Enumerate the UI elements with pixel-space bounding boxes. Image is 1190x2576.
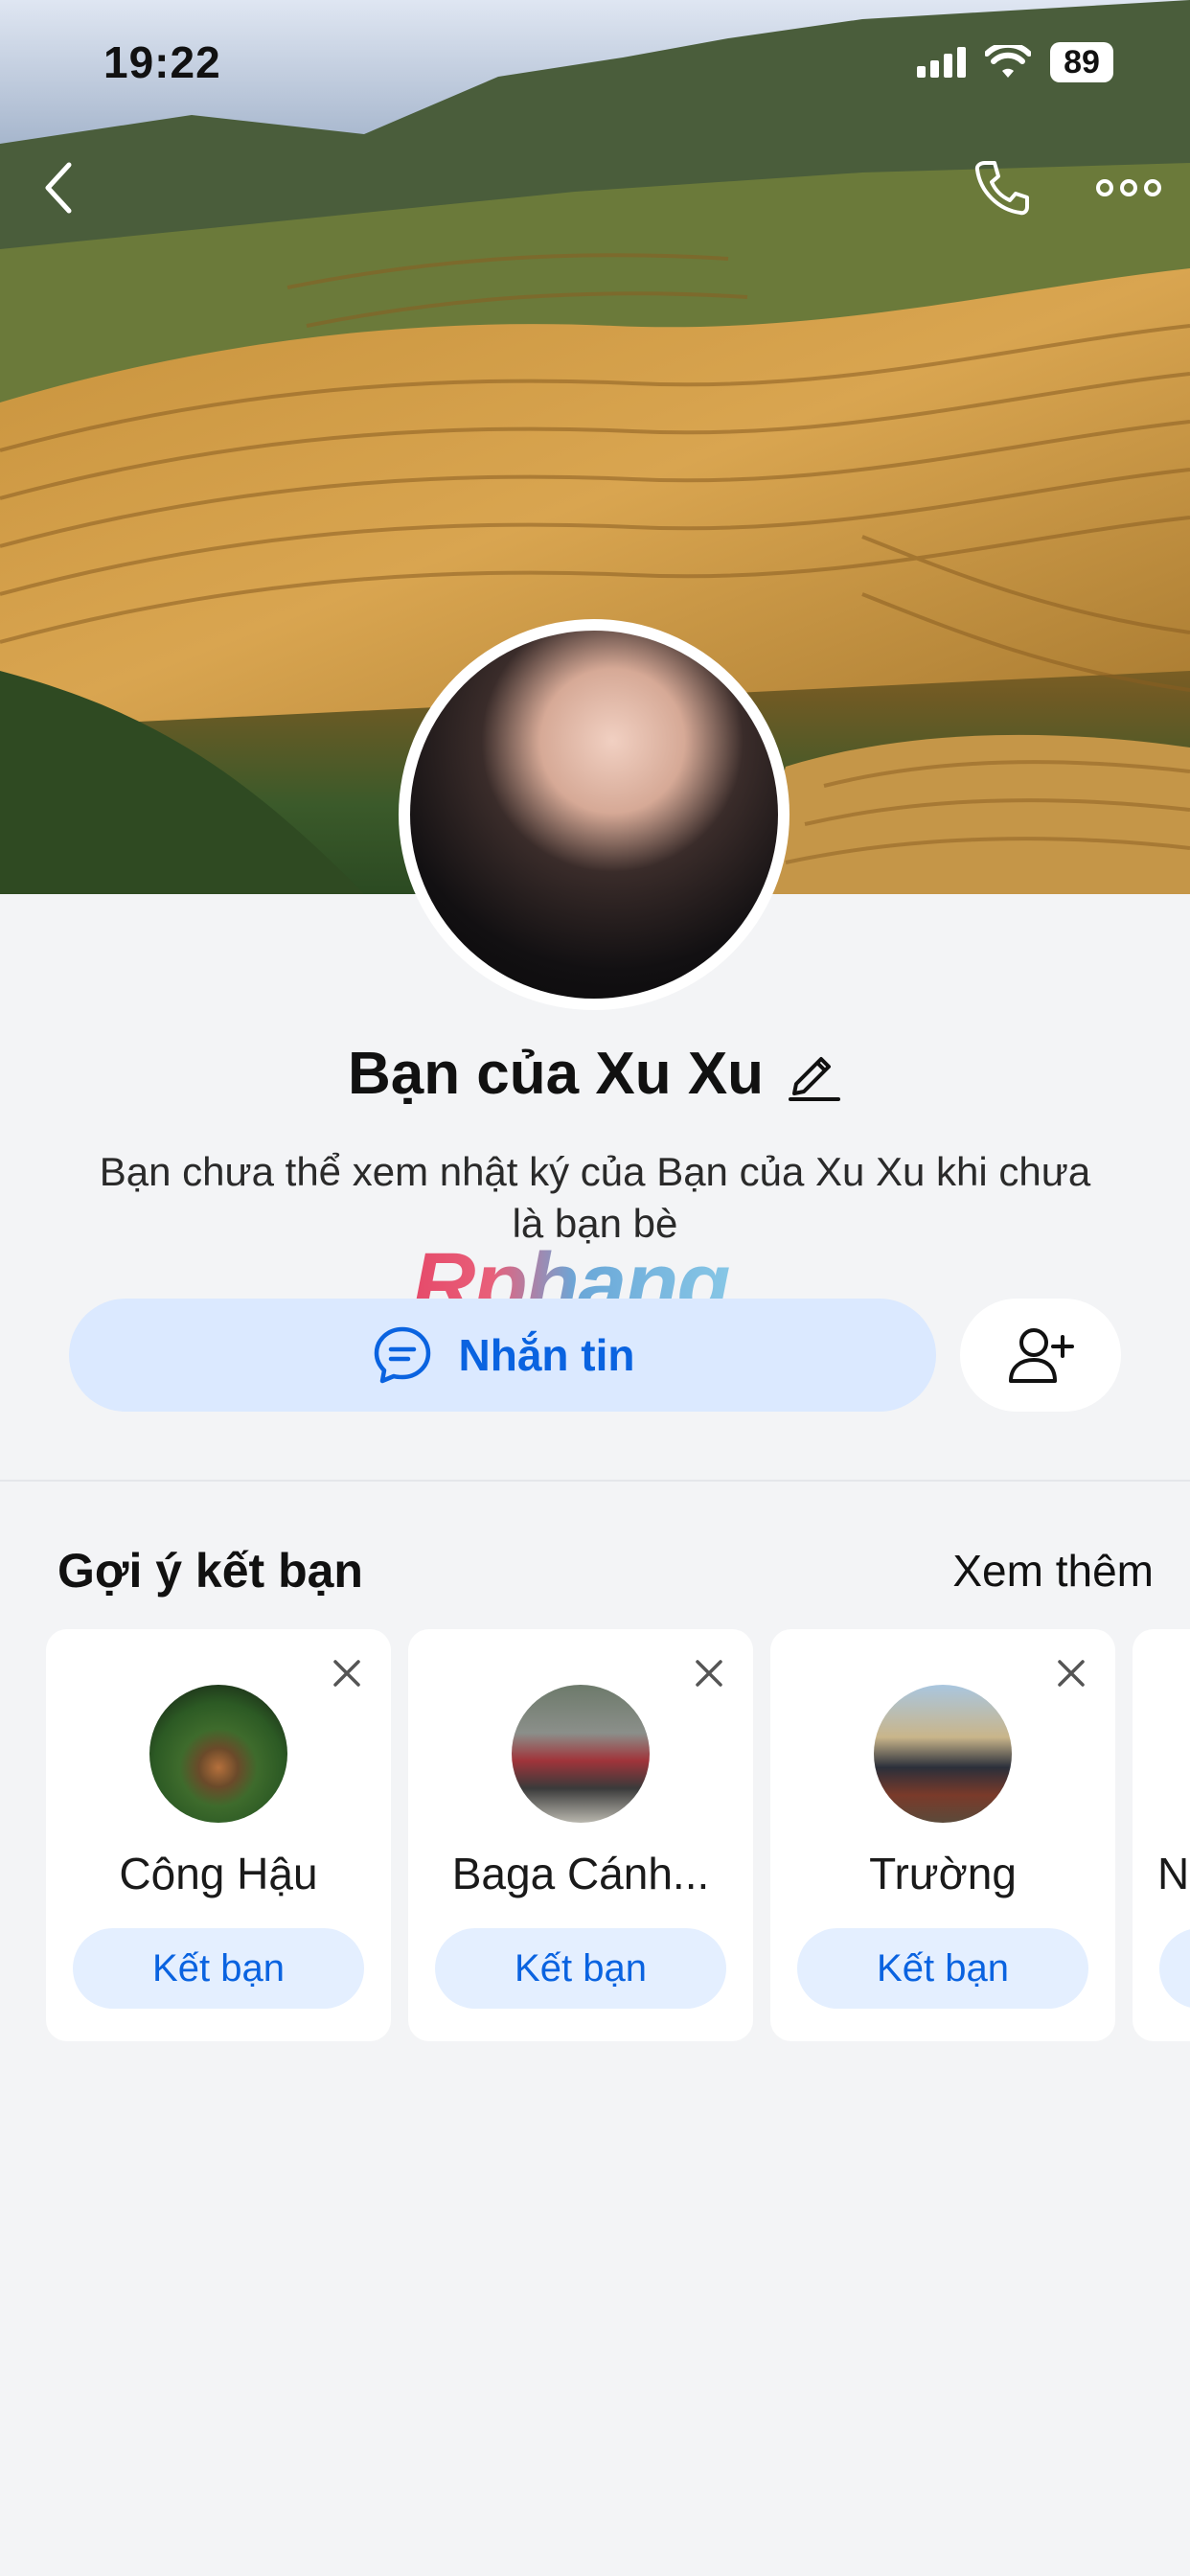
add-friend-suggestion-button[interactable]: Kết bạn [73, 1928, 364, 2009]
call-button[interactable] [968, 153, 1037, 222]
signal-icon [917, 47, 966, 78]
add-friend-suggestion-button[interactable] [1159, 1928, 1190, 2009]
suggestion-name[interactable]: Baga Cánh... [418, 1848, 744, 1899]
close-icon[interactable] [686, 1650, 732, 1696]
section-divider [0, 1480, 1190, 1482]
message-button[interactable]: Nhắn tin [69, 1299, 936, 1412]
status-bar: 19:22 89 [0, 0, 1190, 125]
suggestion-card[interactable]: N [1133, 1629, 1190, 2041]
profile-name-row: Bạn của Xu Xu [0, 1035, 1190, 1112]
back-button[interactable] [29, 153, 90, 222]
add-friend-suggestion-button[interactable]: Kết bạn [797, 1928, 1088, 2009]
close-icon[interactable] [1048, 1650, 1094, 1696]
pencil-icon[interactable] [787, 1046, 842, 1101]
suggestions-title: Gợi ý kết bạn [57, 1544, 363, 1598]
profile-avatar[interactable] [399, 619, 790, 1010]
suggestion-card[interactable]: Baga Cánh... Kết bạn [408, 1629, 753, 2041]
add-friend-button[interactable] [960, 1299, 1121, 1412]
status-icons: 89 [917, 42, 1113, 82]
add-friend-suggestion-button[interactable]: Kết bạn [435, 1928, 726, 2009]
status-time: 19:22 [103, 37, 221, 87]
avatar[interactable] [874, 1685, 1012, 1823]
phone-icon [974, 161, 1029, 216]
chat-bubble-icon [374, 1326, 430, 1384]
chevron-left-icon [45, 162, 72, 214]
suggestion-card[interactable]: Trường Kết bạn [770, 1629, 1115, 2041]
suggestion-name[interactable]: Trường [780, 1848, 1106, 1899]
battery-indicator: 89 [1050, 42, 1113, 82]
add-user-icon [1009, 1328, 1074, 1383]
suggestion-name[interactable]: N [1157, 1848, 1190, 1899]
more-button[interactable] [1087, 153, 1170, 222]
see-more-link[interactable]: Xem thêm [952, 1545, 1154, 1597]
wifi-icon [985, 45, 1031, 78]
profile-description: Bạn chưa thể xem nhật ký của Bạn của Xu … [99, 1149, 1091, 1246]
profile-name: Bạn của Xu Xu [347, 1040, 765, 1107]
avatar-image [410, 631, 778, 999]
suggestion-name[interactable]: Công Hậu [56, 1848, 381, 1899]
more-horizontal-icon [1096, 179, 1161, 196]
suggestion-card[interactable]: Công Hậu Kết bạn [46, 1629, 391, 2041]
message-label: Nhắn tin [458, 1330, 635, 1380]
avatar[interactable] [512, 1685, 650, 1823]
close-icon[interactable] [324, 1650, 370, 1696]
avatar[interactable] [149, 1685, 287, 1823]
suggestion-list[interactable]: Công Hậu Kết bạn Baga Cánh... Kết bạn Tr… [46, 1629, 1190, 2041]
